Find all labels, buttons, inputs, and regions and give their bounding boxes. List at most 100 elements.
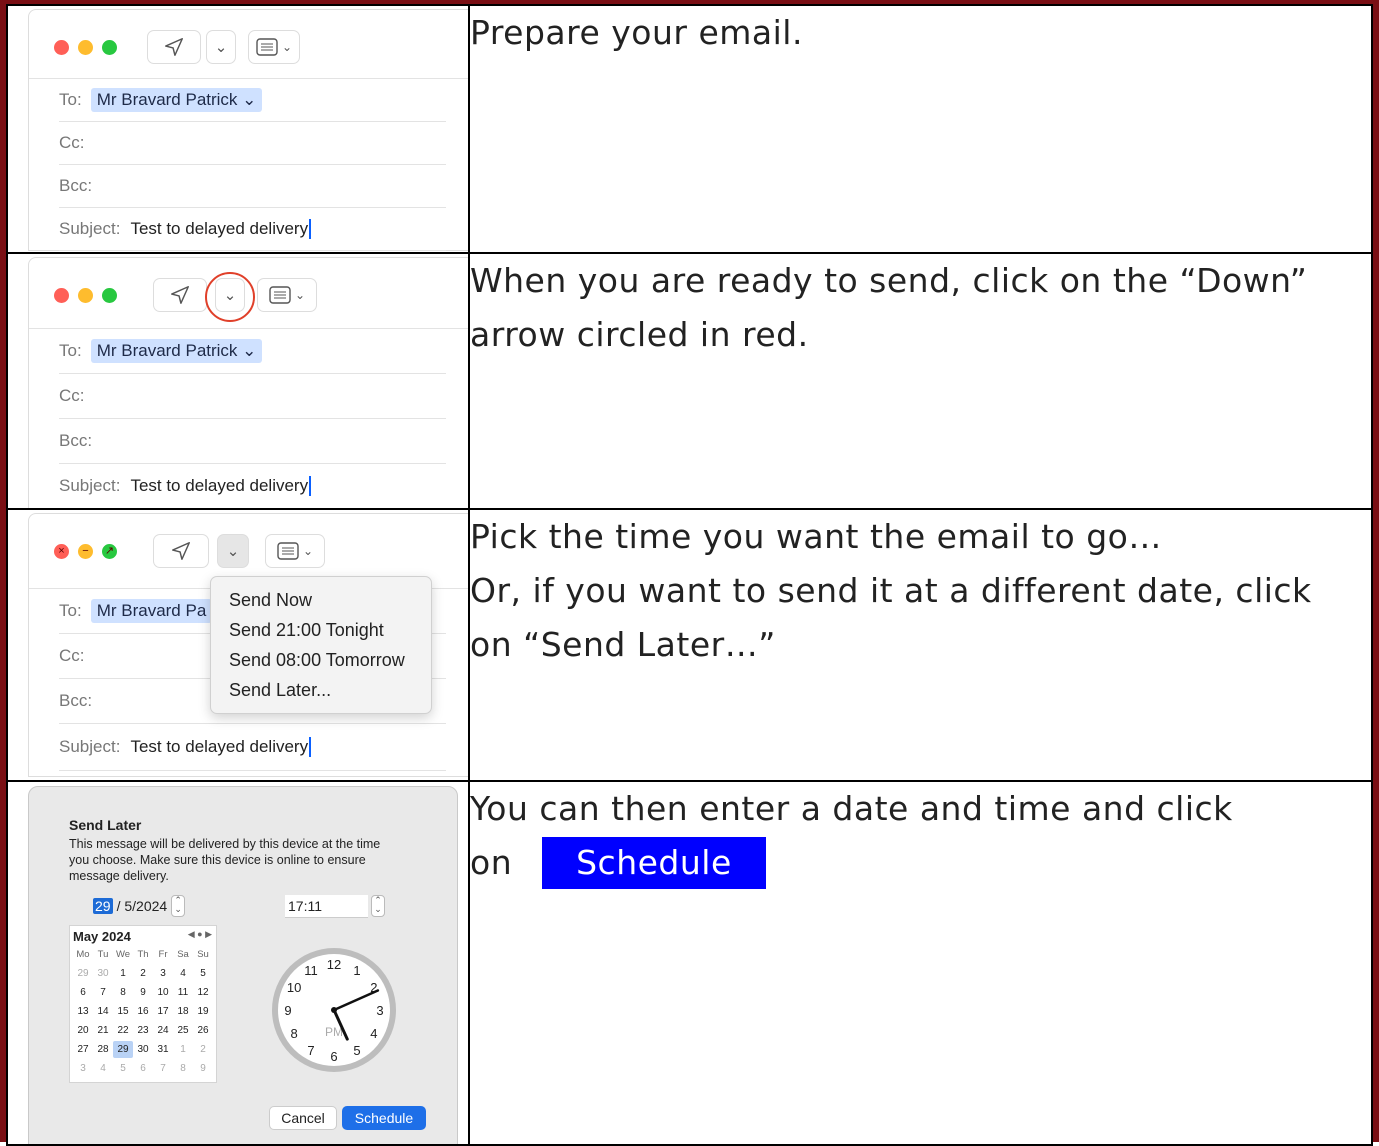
calendar-day[interactable]: 27	[73, 1041, 93, 1058]
recipient-name: Mr Bravard Patrick	[96, 90, 238, 109]
calendar-day[interactable]: 11	[173, 984, 193, 1001]
calendar-day[interactable]: 19	[193, 1003, 213, 1020]
calendar-day[interactable]: 9	[193, 1060, 213, 1077]
calendar-day[interactable]: 4	[173, 965, 193, 982]
send-button[interactable]	[147, 30, 201, 64]
calendar-day[interactable]: 4	[93, 1060, 113, 1077]
format-button[interactable]: ⌄	[257, 278, 317, 312]
calendar-day[interactable]: 23	[133, 1022, 153, 1039]
subject-value: Test to delayed delivery	[130, 737, 309, 756]
calendar-day[interactable]: 29	[113, 1041, 133, 1058]
clock-hour-label: 8	[291, 1026, 298, 1041]
calendar-day[interactable]: 18	[173, 1003, 193, 1020]
minimize-window-icon[interactable]: −	[78, 544, 93, 559]
cc-field[interactable]: Cc:	[59, 122, 446, 165]
date-field[interactable]: 29 / 5/2024 ⌃ ⌄	[93, 895, 186, 917]
to-field[interactable]: To: Mr Bravard Patrick ⌄	[59, 79, 446, 122]
send-later-dialog: Send Later This message will be delivere…	[28, 786, 458, 1143]
calendar-day[interactable]: 3	[153, 965, 173, 982]
calendar-day[interactable]: 1	[173, 1041, 193, 1058]
weekday-label: Th	[137, 949, 149, 960]
calendar-day[interactable]: 31	[153, 1041, 173, 1058]
mail-toolbar: ⌄ ⌄	[29, 10, 467, 79]
calendar-day[interactable]: 6	[133, 1060, 153, 1077]
calendar-day[interactable]: 6	[73, 984, 93, 1001]
to-field[interactable]: To: Mr Bravard Patrick ⌄	[59, 329, 446, 374]
close-window-icon[interactable]	[54, 288, 69, 303]
calendar-day[interactable]: 29	[73, 965, 93, 982]
format-button[interactable]: ⌄	[248, 30, 300, 64]
menu-item-send-tomorrow[interactable]: Send 08:00 Tomorrow	[211, 645, 431, 675]
zoom-window-icon[interactable]	[102, 40, 117, 55]
bcc-field[interactable]: Bcc:	[59, 165, 446, 208]
step-4-line-1: You can then enter a date and time and c…	[470, 789, 1233, 828]
schedule-button[interactable]: Schedule	[342, 1106, 426, 1130]
minimize-window-icon[interactable]	[78, 40, 93, 55]
calendar-day[interactable]: 2	[193, 1041, 213, 1058]
send-button[interactable]	[153, 534, 209, 568]
calendar-day[interactable]: 10	[153, 984, 173, 1001]
list-format-icon	[256, 38, 278, 56]
weekday-label: Sa	[177, 949, 189, 960]
subject-field[interactable]: Subject: Test to delayed delivery	[59, 724, 446, 771]
zoom-window-icon[interactable]	[102, 288, 117, 303]
list-format-icon	[277, 542, 299, 560]
analog-clock[interactable]: 1234567891011 12PM	[269, 945, 399, 1075]
time-field[interactable]: 17:11	[285, 895, 368, 918]
send-options-dropdown[interactable]: ⌄	[217, 534, 249, 568]
calendar-day[interactable]: 8	[113, 984, 133, 1001]
calendar-day[interactable]: 8	[173, 1060, 193, 1077]
recipient-chip[interactable]: Mr Bravard Patrick ⌄	[90, 88, 263, 112]
calendar-day[interactable]: 12	[193, 984, 213, 1001]
weekday-label: Fr	[158, 949, 168, 960]
bcc-field[interactable]: Bcc:	[59, 419, 446, 464]
calendar-day[interactable]: 14	[93, 1003, 113, 1020]
calendar-day[interactable]: 30	[93, 965, 113, 982]
calendar-day[interactable]: 28	[93, 1041, 113, 1058]
cc-field[interactable]: Cc:	[59, 374, 446, 419]
calendar-day[interactable]: 5	[193, 965, 213, 982]
recipient-chip[interactable]: Mr Bravard Patrick ⌄	[90, 339, 263, 363]
clock-hour-label: 3	[376, 1003, 383, 1018]
menu-item-send-now[interactable]: Send Now	[211, 585, 431, 615]
date-day-segment[interactable]: 29	[93, 898, 113, 914]
recipient-chip[interactable]: Mr Bravard Pa	[90, 599, 213, 623]
calendar-day[interactable]: 9	[133, 984, 153, 1001]
calendar-day[interactable]: 7	[93, 984, 113, 1001]
send-button[interactable]	[153, 278, 207, 312]
subject-field[interactable]: Subject: Test to delayed delivery	[59, 208, 446, 251]
menu-item-send-later[interactable]: Send Later...	[211, 675, 431, 705]
calendar-day[interactable]: 30	[133, 1041, 153, 1058]
close-window-icon[interactable]: ×	[54, 544, 69, 559]
clock-hour-label: 5	[353, 1043, 360, 1058]
calendar-day[interactable]: 7	[153, 1060, 173, 1077]
cancel-button[interactable]: Cancel	[269, 1106, 337, 1130]
send-options-dropdown[interactable]: ⌄	[206, 30, 236, 64]
menu-item-send-tonight[interactable]: Send 21:00 Tonight	[211, 615, 431, 645]
calendar-day[interactable]: 20	[73, 1022, 93, 1039]
calendar-day[interactable]: 16	[133, 1003, 153, 1020]
calendar-day[interactable]: 21	[93, 1022, 113, 1039]
close-window-icon[interactable]	[54, 40, 69, 55]
calendar-day[interactable]: 13	[73, 1003, 93, 1020]
date-stepper[interactable]: ⌃ ⌄	[171, 895, 186, 917]
calendar-day[interactable]: 26	[193, 1022, 213, 1039]
calendar-day[interactable]: 15	[113, 1003, 133, 1020]
calendar-day[interactable]: 24	[153, 1022, 173, 1039]
clock-center	[331, 1007, 337, 1013]
calendar-day[interactable]: 3	[73, 1060, 93, 1077]
red-highlight-circle	[205, 272, 255, 322]
paper-plane-icon	[171, 286, 189, 304]
format-button[interactable]: ⌄	[265, 534, 325, 568]
zoom-window-icon[interactable]: ↗	[102, 544, 117, 559]
time-stepper[interactable]: ⌃ ⌄	[371, 895, 385, 917]
calendar-day[interactable]: 5	[113, 1060, 133, 1077]
calendar-day[interactable]: 22	[113, 1022, 133, 1039]
calendar-day[interactable]: 25	[173, 1022, 193, 1039]
calendar-nav[interactable]: ◀ ● ▶	[188, 929, 212, 944]
calendar-day[interactable]: 17	[153, 1003, 173, 1020]
subject-field[interactable]: Subject: Test to delayed delivery	[59, 464, 446, 507]
minimize-window-icon[interactable]	[78, 288, 93, 303]
calendar-day[interactable]: 2	[133, 965, 153, 982]
calendar-day[interactable]: 1	[113, 965, 133, 982]
